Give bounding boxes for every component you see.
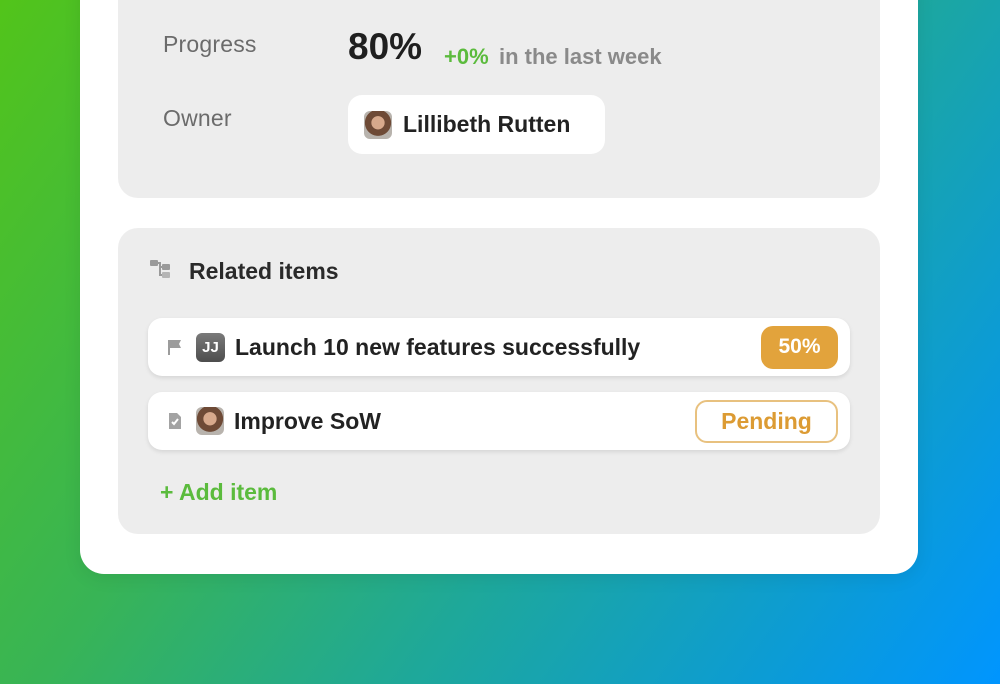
assignee-avatar [196,407,224,435]
progress-label: Progress [163,31,257,57]
assignee-avatar: JJ [196,332,225,362]
status-badge: Pending [695,399,838,443]
progress-value: 80% [348,26,423,67]
related-item-row[interactable]: JJ Launch 10 new features successfully 5… [148,318,850,376]
hierarchy-icon [149,258,173,285]
owner-chip[interactable]: Lillibeth Rutten [348,95,605,154]
owner-name: Lillibeth Rutten [403,111,571,137]
owner-label: Owner [163,105,232,131]
related-items-panel: Related items JJ Launch 10 new features … [118,228,880,534]
flag-icon [166,338,184,356]
details-panel: Progress 80% +0% in the last week Owner … [118,0,880,198]
progress-caption: in the last week [499,44,662,69]
owner-avatar [364,110,392,139]
progress-badge: 50% [761,325,838,369]
related-items-title: Related items [189,258,339,284]
detail-card: Progress 80% +0% in the last week Owner … [80,0,918,574]
related-item-title: Improve SoW [234,407,381,434]
related-items-header: Related items [149,258,339,285]
task-check-icon [166,412,184,430]
add-item-button[interactable]: + Add item [160,479,277,506]
progress-delta: +0% [444,44,489,69]
related-item-row[interactable]: Improve SoW Pending [148,392,850,450]
related-item-title: Launch 10 new features successfully [235,333,641,360]
